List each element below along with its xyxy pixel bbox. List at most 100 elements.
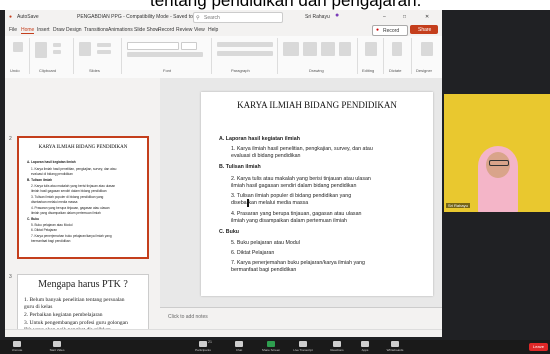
- ribbon-group-label: Drawing: [309, 68, 324, 73]
- chat-button[interactable]: Chat: [226, 340, 252, 354]
- toolbar-label: Unmute: [11, 348, 23, 352]
- thumbnail-line: 6. Diktat Pelajaran: [31, 228, 58, 232]
- notes-placeholder: Click to add notes: [168, 314, 208, 320]
- ribbon-group-label: Editing: [362, 68, 375, 73]
- meeting-toolbar: Unmute Start Video 21 Participants Chat …: [0, 340, 550, 354]
- slide-thumbnail-3[interactable]: Mengapa harus PTK ? 1. Belum banyak pene…: [17, 274, 149, 337]
- slide-title: KARYA ILMIAH BIDANG PENDIDIKAN: [237, 100, 397, 110]
- text-cursor: [247, 199, 249, 207]
- thumbnail-title: Mengapa harus PTK ?: [38, 279, 128, 290]
- slide-thumbnail-2[interactable]: KARYA ILMIAH BIDANG PENDIDIKAN A. Lapora…: [17, 136, 149, 259]
- thumbnail-line: 5. Buku pelajaran atau Modul: [31, 223, 73, 227]
- current-slide[interactable]: KARYA ILMIAH BIDANG PENDIDIKAN A. Lapora…: [201, 92, 433, 296]
- layout-icon[interactable]: [97, 43, 111, 47]
- copy-icon[interactable]: [53, 50, 61, 54]
- apps-icon: [361, 341, 369, 347]
- tab-review[interactable]: Review: [176, 27, 192, 33]
- close-icon[interactable]: ✕: [425, 14, 429, 20]
- tab-help[interactable]: Help: [208, 27, 218, 33]
- designer-icon[interactable]: [421, 42, 433, 56]
- shapes-icon[interactable]: [283, 42, 299, 56]
- participant-name: Sri Rahayu: [446, 203, 470, 208]
- apps-button[interactable]: Apps: [352, 340, 378, 354]
- list-item: 3. Untuk pengembangan profesi guru golon…: [24, 320, 128, 326]
- list-icons[interactable]: [217, 42, 273, 47]
- ribbon: Undo Clipboard Slides Font Paragraph Dra…: [5, 36, 442, 79]
- ribbon-group-paragraph: Paragraph: [213, 38, 278, 74]
- list-item: 1. Karya ilmiah hasil penelitian, pengka…: [231, 146, 373, 152]
- search-box[interactable]: ⚲ Search: [193, 12, 283, 23]
- tab-draw[interactable]: Draw: [53, 27, 65, 33]
- minimize-icon[interactable]: –: [383, 14, 386, 20]
- caption-text: tentang pendidikan dan pengajaran.: [150, 0, 422, 10]
- whiteboards-button[interactable]: Whiteboards: [382, 340, 408, 354]
- align-icons[interactable]: [217, 51, 273, 56]
- toolbar-label: Reactions: [330, 348, 344, 352]
- ribbon-group-label: Slides: [89, 68, 100, 73]
- share-button[interactable]: Share: [410, 25, 438, 34]
- share-screen-icon: [267, 341, 275, 347]
- transcript-icon: [299, 341, 307, 347]
- background-banner: [462, 102, 548, 122]
- thumbnail-line: 4. Prasaran yang berupa tinjauan, gagasa…: [31, 206, 110, 210]
- record-icon: ●: [376, 27, 380, 33]
- ribbon-group-label: Font: [163, 68, 172, 73]
- tab-transitions[interactable]: Transitions: [84, 27, 108, 33]
- thumbnail-line: ilmiah hasil gagasan sendiri dalam bidan…: [31, 189, 107, 193]
- cut-icon[interactable]: [53, 43, 61, 47]
- menu-bar: File Home Insert Draw Design Transitions…: [5, 24, 442, 36]
- paste-icon[interactable]: [35, 42, 47, 58]
- participant-video-tile[interactable]: Sri Rahayu: [444, 94, 550, 212]
- share-screen-button[interactable]: Share Screen: [258, 340, 284, 354]
- thumbnail-line: evaluasi di bidang pendidikan: [31, 172, 73, 176]
- toolbar-label: Apps: [361, 348, 369, 352]
- list-item: 2. Perbaikan kegiatan pembelajaran: [24, 312, 103, 318]
- find-icon[interactable]: [365, 42, 377, 56]
- list-item: 2. Karya tulis atau makalah yang berisi …: [231, 176, 371, 182]
- toolbar-label: Share Screen: [261, 348, 281, 352]
- reactions-button[interactable]: Reactions: [324, 340, 350, 354]
- font-name-field[interactable]: [127, 42, 179, 50]
- tab-home[interactable]: Home: [21, 27, 35, 34]
- participants-button[interactable]: 21 Participants: [190, 340, 216, 354]
- thumbnail-line: C. Buku: [27, 217, 40, 221]
- undo-icon[interactable]: [13, 42, 23, 52]
- ribbon-group-voice: Dictate: [385, 38, 412, 74]
- arrange-icon[interactable]: [303, 42, 317, 56]
- start-video-button[interactable]: Start Video: [44, 340, 70, 354]
- tab-record[interactable]: Record: [158, 27, 174, 33]
- thumbnail-line: bermanfaat bagi pendidikan: [31, 239, 71, 243]
- record-button[interactable]: ● Record: [372, 25, 408, 36]
- font-format-icons[interactable]: [127, 52, 203, 57]
- tab-slide-show[interactable]: Slide Show: [134, 27, 159, 33]
- ribbon-group-label: Clipboard: [39, 68, 57, 73]
- reset-icon[interactable]: [97, 50, 111, 54]
- tab-view[interactable]: View: [194, 27, 205, 33]
- toolbar-label: Live Transcript: [293, 348, 313, 352]
- tab-file[interactable]: File: [9, 27, 17, 33]
- unmute-button[interactable]: Unmute: [4, 340, 30, 354]
- tab-design[interactable]: Design: [66, 27, 82, 33]
- maximize-icon[interactable]: □: [403, 14, 406, 20]
- list-item: guru di kelas: [24, 304, 53, 310]
- notes-pane[interactable]: Click to add notes: [160, 307, 442, 330]
- avatar[interactable]: ●: [335, 12, 339, 19]
- ribbon-group-font: Font: [123, 38, 212, 74]
- toolbar-label: Whiteboards: [386, 348, 404, 352]
- list-item: ilmiah hasil gagasan sendiri dalam bidan…: [231, 183, 357, 189]
- autosave-toggle[interactable]: AutoSave: [17, 14, 39, 20]
- leave-button[interactable]: Leave: [529, 343, 548, 351]
- tab-animations[interactable]: Animations: [108, 27, 133, 33]
- shape-fill-icon[interactable]: [339, 42, 351, 56]
- new-slide-icon[interactable]: [79, 42, 91, 56]
- list-item: 5. Buku pelajaran atau Modul: [231, 240, 300, 246]
- tab-insert[interactable]: Insert: [37, 27, 50, 33]
- whiteboard-icon: [391, 341, 399, 347]
- font-size-field[interactable]: [181, 42, 197, 50]
- live-transcript-button[interactable]: Live Transcript: [290, 340, 316, 354]
- microphone-icon: [13, 341, 21, 347]
- microphone-icon[interactable]: [392, 42, 402, 56]
- quick-styles-icon[interactable]: [321, 42, 335, 56]
- title-bar: ● AutoSave PENGABDIAN PPG - Compatibilit…: [5, 10, 442, 24]
- section-heading: A. Laporan hasil kegiatan ilmiah: [219, 136, 300, 142]
